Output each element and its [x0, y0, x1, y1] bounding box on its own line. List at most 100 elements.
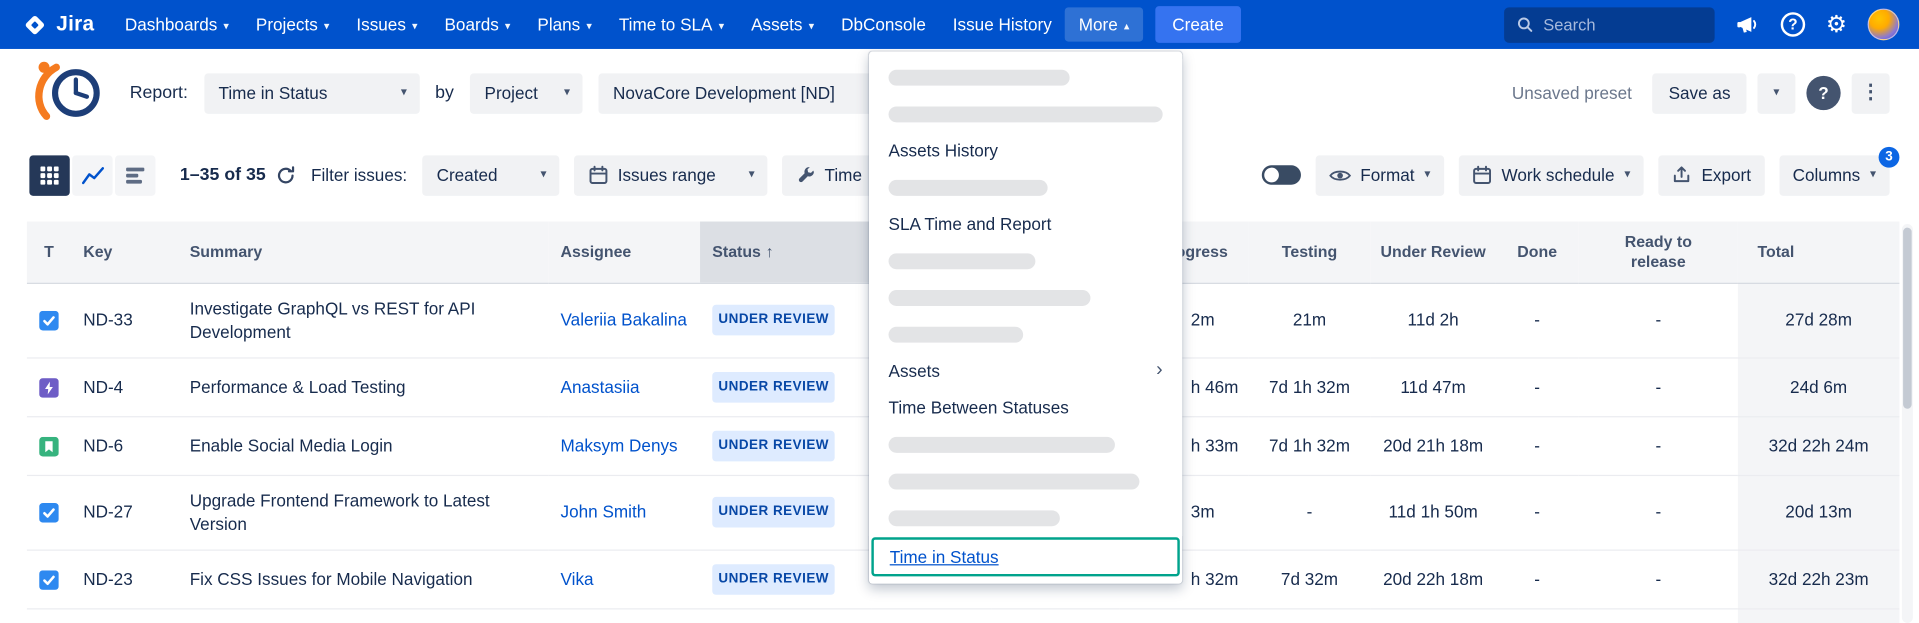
menu-item-redacted[interactable]	[869, 463, 1182, 500]
column-header-label: Status	[712, 242, 761, 260]
issue-summary: Investigate GraphQL vs REST for API Deve…	[177, 283, 548, 358]
column-header-ready-to-release[interactable]: Ready to release	[1579, 222, 1738, 283]
cell-status: UNDER REVIEW	[700, 416, 871, 475]
column-header-type[interactable]: T	[27, 222, 71, 283]
search-box[interactable]	[1504, 7, 1715, 42]
nav-item-dashboards[interactable]: Dashboards▾	[111, 7, 242, 41]
project-select[interactable]: NovaCore Development [ND] ▾	[598, 73, 906, 113]
navbar-menu: Dashboards▾Projects▾Issues▾Boards▾Plans▾…	[111, 0, 1142, 49]
nav-item-plans[interactable]: Plans▾	[524, 7, 605, 41]
nav-item-assets[interactable]: Assets▾	[738, 7, 828, 41]
search-input[interactable]	[1543, 15, 1702, 33]
menu-item-redacted[interactable]	[869, 169, 1182, 206]
assignee-link[interactable]: Anastasiia	[561, 376, 640, 396]
status-lozenge: UNDER REVIEW	[712, 497, 835, 528]
avatar[interactable]	[1868, 9, 1900, 41]
column-header-label: Ready to release	[1617, 232, 1700, 271]
report-help-button[interactable]: ?	[1806, 76, 1840, 110]
nav-item-issue-history[interactable]: Issue History	[939, 7, 1065, 41]
cell-status: UNDER REVIEW	[700, 608, 871, 623]
assignee-link[interactable]: John Smith	[561, 502, 647, 522]
report-overflow-button[interactable]: ⋮	[1852, 73, 1890, 113]
create-button[interactable]: Create	[1155, 6, 1241, 43]
redacted-text-bar	[889, 69, 1070, 85]
issues-range-select[interactable]: Issues range ▾	[574, 155, 767, 195]
column-header-label: Key	[83, 242, 112, 260]
assignee-link[interactable]: Maksym Denys	[561, 435, 678, 455]
issue-key: ND-4	[71, 357, 177, 416]
assignee-link[interactable]: Valeriia Bakalina	[561, 310, 687, 330]
jira-app: Jira Dashboards▾Projects▾Issues▾Boards▾P…	[0, 0, 1919, 623]
redacted-text-bar	[889, 179, 1048, 195]
column-header-under-review[interactable]: Under Review	[1371, 222, 1496, 283]
redacted-text-bar	[889, 253, 1036, 269]
nav-item-issues[interactable]: Issues▾	[343, 7, 431, 41]
pivot-view-button[interactable]	[115, 155, 155, 195]
megaphone-icon[interactable]	[1735, 13, 1759, 35]
jira-logo[interactable]: Jira	[22, 12, 94, 38]
menu-item-label: Assets History	[889, 141, 998, 161]
export-button[interactable]: Export	[1659, 155, 1765, 195]
nav-item-boards[interactable]: Boards▾	[431, 7, 524, 41]
column-header-status[interactable]: Status↑	[700, 222, 871, 283]
type-icon-task	[39, 503, 59, 523]
help-icon[interactable]: ?	[1781, 12, 1805, 36]
issue-summary: Fix CSS Issues for Mobile Navigation	[177, 550, 548, 609]
menu-item-assets[interactable]: Assets›	[869, 352, 1182, 389]
column-header-label: Done	[1517, 242, 1557, 260]
filter-created-select[interactable]: Created ▾	[422, 155, 559, 195]
nav-item-time-to-sla[interactable]: Time to SLA▾	[605, 7, 737, 41]
menu-item-time-in-status[interactable]: Time in Status	[871, 537, 1179, 576]
save-as-button[interactable]: Save as	[1653, 73, 1747, 113]
column-header-total[interactable]: Total	[1738, 222, 1900, 283]
scope-select[interactable]: Project ▾	[470, 73, 583, 113]
refresh-icon	[276, 165, 297, 186]
work-schedule-button[interactable]: Work schedule ▾	[1459, 155, 1644, 195]
type-icon-story	[39, 437, 59, 457]
nav-item-projects[interactable]: Projects▾	[242, 7, 342, 41]
chevron-down-icon: ▾	[401, 87, 407, 99]
line-chart-icon	[81, 166, 103, 184]
save-as-chevron-button[interactable]: ▾	[1757, 73, 1795, 113]
nav-item-dbconsole[interactable]: DbConsole	[828, 7, 940, 41]
menu-item-assets-history[interactable]: Assets History	[869, 132, 1182, 169]
cell-total: 20d 13m	[1738, 475, 1900, 550]
format-button[interactable]: Format ▾	[1315, 155, 1444, 195]
nav-item-more[interactable]: More▴	[1065, 7, 1143, 41]
refresh-button[interactable]	[276, 165, 297, 186]
menu-item-redacted[interactable]	[869, 59, 1182, 96]
column-header-summary[interactable]: Summary	[177, 222, 548, 283]
calendar-icon	[588, 165, 608, 185]
menu-item-redacted[interactable]	[869, 426, 1182, 463]
cell-testing: 7d 1h 32m	[1248, 357, 1370, 416]
scrollbar-thumb[interactable]	[1903, 228, 1912, 409]
assignee-link[interactable]: Vika	[561, 568, 594, 588]
column-header-testing[interactable]: Testing	[1248, 222, 1370, 283]
menu-item-time-between-statuses[interactable]: Time Between Statuses	[869, 389, 1182, 426]
overflow-icon: ⋮	[1861, 83, 1881, 103]
report-type-select[interactable]: Time in Status ▾	[204, 73, 419, 113]
chevron-down-icon: ▾	[809, 20, 815, 31]
menu-item-sla-time-and-report[interactable]: SLA Time and Report	[869, 206, 1182, 243]
column-header-assignee[interactable]: Assignee	[548, 222, 700, 283]
menu-item-redacted[interactable]	[869, 499, 1182, 536]
cell-under-review: 20d 22h 18m	[1371, 550, 1496, 609]
toggle-switch[interactable]	[1261, 165, 1300, 185]
column-header-done[interactable]: Done	[1496, 222, 1579, 283]
menu-item-redacted[interactable]	[869, 242, 1182, 279]
grid-view-button[interactable]	[29, 155, 69, 195]
nav-item-label: Boards	[445, 15, 499, 35]
menu-item-redacted[interactable]	[869, 279, 1182, 316]
redacted-text-bar	[889, 473, 1140, 489]
navbar-right: ? ⚙	[1504, 7, 1899, 42]
issue-summary: Upgrade Frontend Framework to Latest Ver…	[177, 475, 548, 550]
column-header-key[interactable]: Key	[71, 222, 177, 283]
cell-status: UNDER REVIEW	[700, 550, 871, 609]
chart-view-button[interactable]	[72, 155, 112, 195]
columns-button[interactable]: Columns ▾ 3	[1779, 155, 1889, 195]
chevron-down-icon: ▾	[1624, 169, 1630, 181]
menu-item-redacted[interactable]	[869, 316, 1182, 353]
gear-icon[interactable]: ⚙	[1826, 13, 1847, 36]
menu-item-redacted[interactable]	[869, 95, 1182, 132]
cell-hidden-2: -	[991, 608, 1120, 623]
